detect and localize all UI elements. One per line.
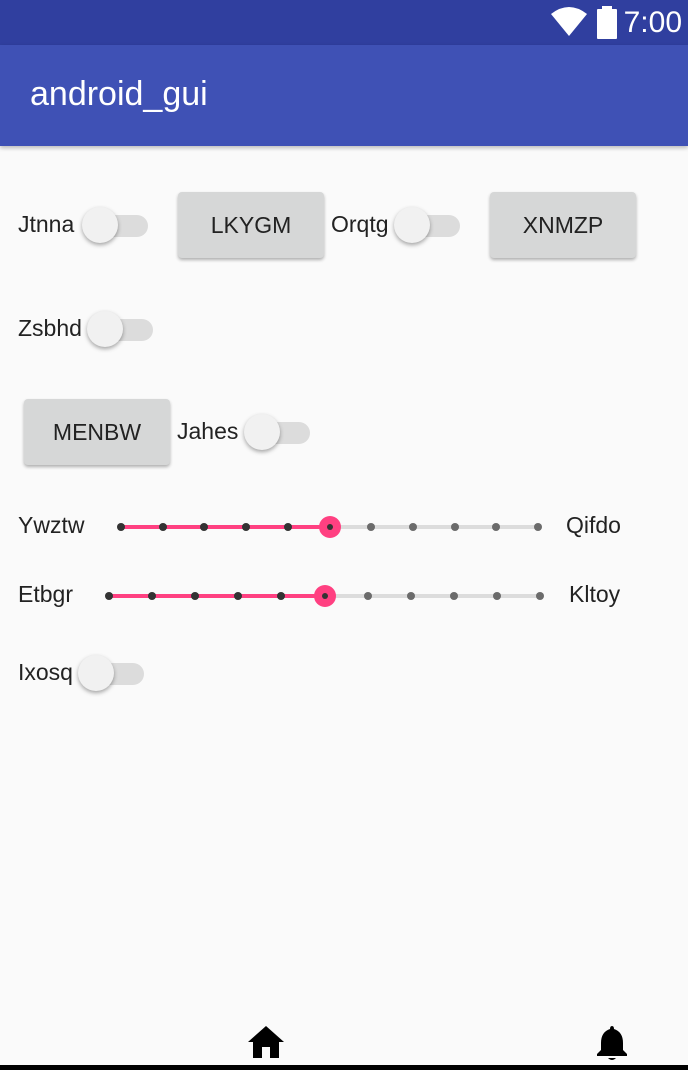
switch-thumb [82, 207, 118, 243]
seekbar-tick [105, 592, 113, 600]
menbw-button[interactable]: MENBW [24, 399, 170, 465]
seekbar-thumb-dot [321, 593, 328, 599]
seekbar-etbgr[interactable] [105, 576, 544, 616]
bell-icon[interactable] [595, 1024, 629, 1062]
home-icon[interactable] [247, 1025, 285, 1059]
seekbar-tick [534, 523, 542, 531]
switch-thumb [78, 655, 114, 691]
bottom-nav-bar [0, 1065, 688, 1070]
status-bar: 7:00 [0, 0, 688, 45]
slider-left-label-etbgr: Etbgr [18, 581, 73, 607]
seekbar-tick [492, 592, 501, 600]
switch-zsbhd[interactable] [87, 309, 155, 349]
slider-right-label-qifdo: Qifdo [566, 512, 621, 538]
slider-right-label-kltoy: Kltoy [569, 581, 621, 607]
switch-label-zsbhd: Zsbhd [18, 315, 82, 341]
xnmzp-button[interactable]: XNMZP [490, 192, 636, 258]
app-bar: android_gui [0, 45, 688, 146]
seekbar-progress [109, 594, 325, 598]
switch-jahes[interactable] [244, 412, 312, 452]
seekbar-tick [450, 523, 459, 531]
switch-label-jahes: Jahes [177, 418, 239, 444]
seekbar-tick [117, 523, 125, 531]
switch-ixosq[interactable] [78, 653, 146, 693]
slider-left-label-ywztw: Ywztw [18, 512, 85, 538]
wifi-icon [551, 7, 587, 36]
battery-icon [597, 6, 617, 39]
seekbar-thumb[interactable] [313, 585, 336, 607]
switch-label-orqtg: Orqtg [331, 211, 389, 237]
switch-thumb [244, 414, 280, 450]
app-title: android_gui [30, 75, 208, 113]
seekbar-tick [234, 592, 243, 600]
seekbar-tick [191, 592, 200, 600]
seekbar-thumb-dot [326, 524, 333, 530]
seekbar-progress [121, 525, 330, 529]
seekbar-tick [492, 523, 501, 531]
seekbar-tick [242, 523, 251, 531]
seekbar-tick [277, 592, 286, 600]
seekbar-tick [449, 592, 458, 600]
seekbar-tick [148, 592, 157, 600]
switch-label-jtnna: Jtnna [18, 211, 75, 237]
seekbar-tick [406, 592, 415, 600]
seekbar-tick [536, 592, 544, 600]
status-time: 7:00 [623, 6, 682, 39]
seekbar-tick [408, 523, 417, 531]
seekbar-tick [283, 523, 292, 531]
seekbar-tick [200, 523, 209, 531]
switch-label-ixosq: Ixosq [18, 659, 73, 685]
lkygm-button[interactable]: LKYGM [178, 192, 324, 258]
seekbar-tick [363, 592, 372, 600]
switch-jtnna[interactable] [82, 205, 150, 245]
switch-thumb [394, 207, 430, 243]
switch-thumb [87, 311, 123, 347]
seekbar-thumb[interactable] [318, 516, 341, 538]
seekbar-tick [158, 523, 167, 531]
seekbar-ywztw[interactable] [117, 507, 542, 547]
seekbar-tick [367, 523, 376, 531]
switch-orqtg[interactable] [394, 205, 462, 245]
